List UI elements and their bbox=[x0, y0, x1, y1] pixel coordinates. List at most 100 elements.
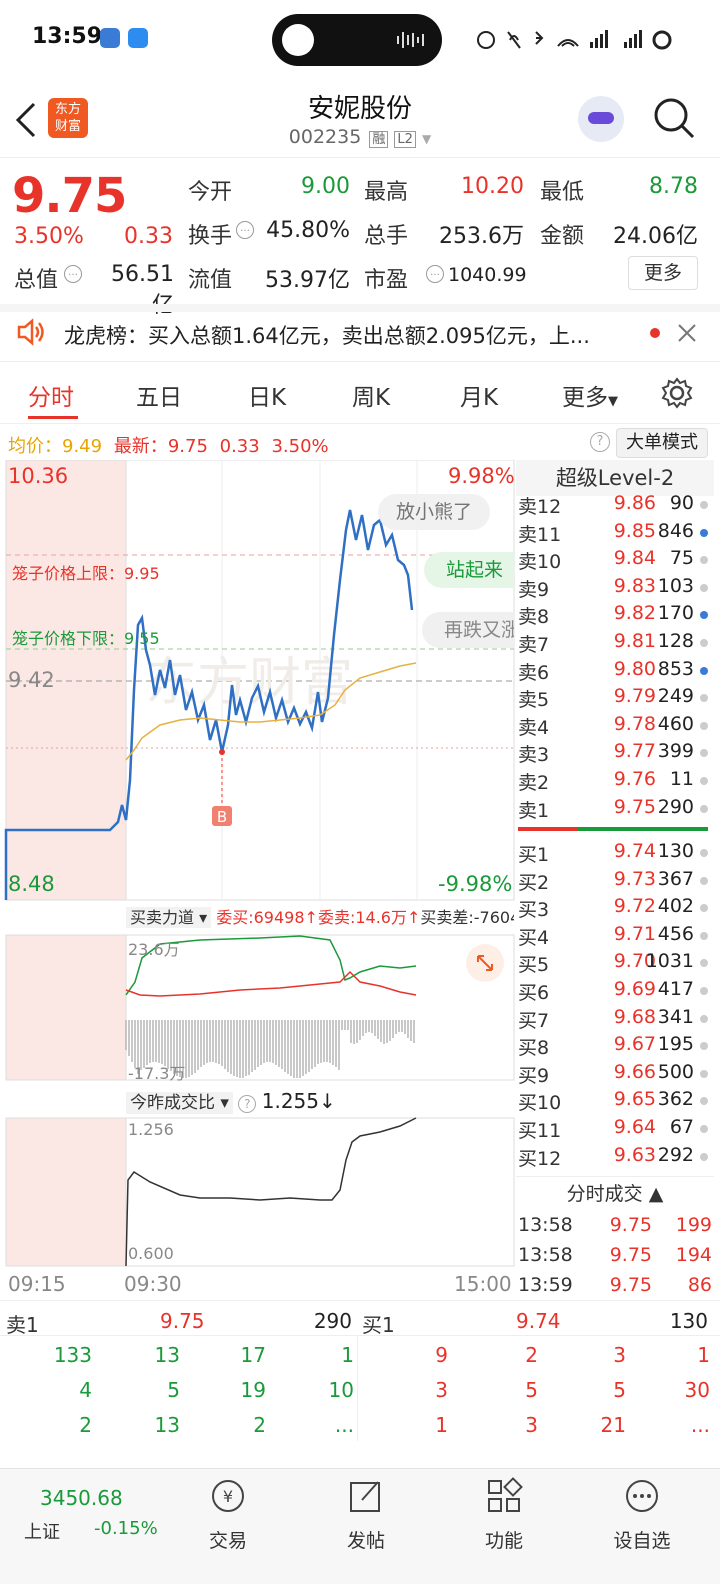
bid-row[interactable]: 买1 9.74 130 bbox=[516, 840, 714, 867]
bid-queue-cell: 5 bbox=[525, 1378, 538, 1402]
level-dot-icon bbox=[700, 501, 708, 509]
bid-row[interactable]: 买8 9.67 195 bbox=[516, 1033, 714, 1060]
ask-row[interactable]: 卖3 9.77 399 bbox=[516, 740, 714, 767]
info-icon[interactable]: … bbox=[426, 265, 444, 283]
bid-row[interactable]: 买3 9.72 402 bbox=[516, 895, 714, 922]
big-order-mode-button[interactable]: 大单模式 bbox=[616, 428, 708, 458]
force-indicator-select[interactable]: 买卖力道 ▾ bbox=[126, 907, 212, 928]
level-dot-icon bbox=[700, 804, 708, 813]
expand-icon[interactable] bbox=[466, 944, 504, 982]
index-name[interactable]: 上证 bbox=[24, 1518, 60, 1544]
more-button[interactable]: 更多 bbox=[628, 256, 698, 290]
bid-row[interactable]: 买2 9.73 367 bbox=[516, 868, 714, 895]
ask-row[interactable]: 卖1 9.75 290 bbox=[516, 796, 714, 823]
bid-row[interactable]: 买10 9.65 362 bbox=[516, 1088, 714, 1115]
ask-row[interactable]: 卖10 9.84 75 bbox=[516, 547, 714, 574]
turnover-value: 45.80% bbox=[266, 218, 350, 243]
bid-row[interactable]: 买11 9.64 67 bbox=[516, 1116, 714, 1143]
pe-value: 1040.99 bbox=[448, 264, 527, 286]
grid-icon bbox=[488, 1477, 523, 1512]
avg-price: 9.49 bbox=[62, 436, 103, 457]
close-icon[interactable] bbox=[676, 322, 698, 344]
ratio-max-label: 1.256 bbox=[128, 1120, 174, 1139]
robot-avatar-icon[interactable] bbox=[578, 96, 624, 142]
tab-five-day[interactable]: 五日 bbox=[136, 378, 182, 412]
level-dot-icon bbox=[700, 904, 708, 913]
tab-daily-k[interactable]: 日K bbox=[248, 378, 286, 412]
bid-queue-price: 9.74 bbox=[516, 1309, 561, 1333]
bid-queue-label: 买1 bbox=[362, 1313, 395, 1337]
nav-trade[interactable]: ¥ 交易 bbox=[188, 1476, 268, 1553]
ask-queue-volume: 290 bbox=[313, 1309, 352, 1333]
level-dot-icon bbox=[700, 556, 708, 565]
ratio-indicator-select[interactable]: 今昨成交比 ▾ bbox=[126, 1092, 233, 1114]
notice-text[interactable]: 龙虎榜：买入总额1.64亿元，卖出总额2.095亿元，上... bbox=[64, 320, 634, 350]
level2-title[interactable]: 超级Level-2 bbox=[516, 460, 714, 496]
gear-icon[interactable] bbox=[660, 376, 694, 410]
comment-bubble[interactable]: 再跌又涨 bbox=[422, 612, 514, 648]
dropdown-icon[interactable]: ▼ bbox=[422, 132, 431, 146]
tick-price: 9.75 bbox=[609, 1244, 652, 1266]
comment-bubble[interactable]: 站起来 bbox=[424, 552, 514, 588]
bid-row[interactable]: 买6 9.69 417 bbox=[516, 978, 714, 1005]
bid-row[interactable]: 买9 9.66 500 bbox=[516, 1061, 714, 1088]
comment-bubble[interactable]: 放小熊了 bbox=[378, 494, 491, 530]
volume-value: 253.6万 bbox=[439, 224, 524, 249]
ask-row[interactable]: 卖5 9.79 249 bbox=[516, 685, 714, 712]
ask-row[interactable]: 卖12 9.86 90 bbox=[516, 492, 714, 519]
level-label: 买7 bbox=[518, 1009, 550, 1032]
info-icon[interactable]: … bbox=[236, 221, 254, 239]
tab-monthly-k[interactable]: 月K bbox=[460, 378, 498, 412]
tab-weekly-k[interactable]: 周K bbox=[352, 378, 390, 412]
tick-price: 9.75 bbox=[609, 1214, 652, 1236]
bid-ratio-bar bbox=[578, 827, 708, 831]
bid-row[interactable]: 买5 9.70 1031 bbox=[516, 950, 714, 977]
edit-icon bbox=[350, 1481, 380, 1512]
force-max-label: 23.6万 bbox=[128, 940, 180, 959]
ask-row[interactable]: 卖8 9.82 170 bbox=[516, 602, 714, 629]
time-start-label: 09:15 bbox=[8, 1272, 66, 1296]
level-label: 卖7 bbox=[518, 634, 550, 656]
status-bar: 13:59 bbox=[0, 0, 720, 80]
amount-value: 24.06亿 bbox=[613, 224, 698, 249]
ask-row[interactable]: 卖9 9.83 103 bbox=[516, 575, 714, 602]
float-value: 53.97亿 bbox=[265, 268, 350, 293]
tick-trades-header[interactable]: 分时成交 ▲ bbox=[516, 1176, 714, 1210]
last-change: 0.33 bbox=[219, 436, 260, 457]
level-label: 买4 bbox=[518, 926, 550, 949]
level-volume: 75 bbox=[669, 547, 694, 570]
level-volume: 500 bbox=[657, 1060, 694, 1083]
help-icon[interactable]: ? bbox=[590, 432, 610, 452]
mktcap-label: 总值 bbox=[14, 268, 59, 293]
tab-more[interactable]: 更多▼ bbox=[562, 378, 618, 412]
ask-row[interactable]: 卖4 9.78 460 bbox=[516, 713, 714, 740]
help-icon[interactable]: ? bbox=[238, 1095, 257, 1113]
index-value[interactable]: 3450.68 bbox=[40, 1486, 123, 1510]
ask-row[interactable]: 卖6 9.80 853 bbox=[516, 658, 714, 685]
avg-label: 均价： bbox=[8, 436, 62, 457]
low-value: 8.78 bbox=[649, 174, 698, 199]
level-label: 卖3 bbox=[518, 744, 550, 767]
ratio-indicator-header: 今昨成交比 ▾ ? 1.255↓ bbox=[126, 1088, 336, 1114]
level-dot-icon bbox=[700, 666, 708, 675]
media-thumbnail-icon bbox=[282, 24, 314, 56]
nav-functions[interactable]: 功能 bbox=[464, 1476, 544, 1553]
level-volume: 128 bbox=[657, 630, 694, 652]
level-label: 买8 bbox=[518, 1037, 550, 1060]
bid-row[interactable]: 买12 9.63 292 bbox=[516, 1144, 714, 1171]
prev-close-label: 9.42 bbox=[8, 668, 55, 692]
level-volume: 460 bbox=[657, 712, 694, 735]
ask-row[interactable]: 卖11 9.85 846 bbox=[516, 520, 714, 547]
nav-add-watchlist[interactable]: 设自选 bbox=[602, 1476, 682, 1553]
search-icon[interactable] bbox=[652, 96, 696, 140]
level-dot-icon bbox=[700, 721, 708, 730]
level-volume: 67 bbox=[669, 1116, 694, 1138]
info-icon[interactable]: … bbox=[64, 265, 82, 283]
ask-row[interactable]: 卖7 9.81 128 bbox=[516, 630, 714, 657]
bid-row[interactable]: 买7 9.68 341 bbox=[516, 1006, 714, 1033]
bid-row[interactable]: 买4 9.71 456 bbox=[516, 923, 714, 950]
ask-row[interactable]: 卖2 9.76 11 bbox=[516, 768, 714, 795]
tab-intraday[interactable]: 分时 bbox=[28, 378, 74, 412]
ask-queue-cell: 10 bbox=[328, 1378, 354, 1402]
nav-post[interactable]: 发帖 bbox=[326, 1476, 406, 1553]
